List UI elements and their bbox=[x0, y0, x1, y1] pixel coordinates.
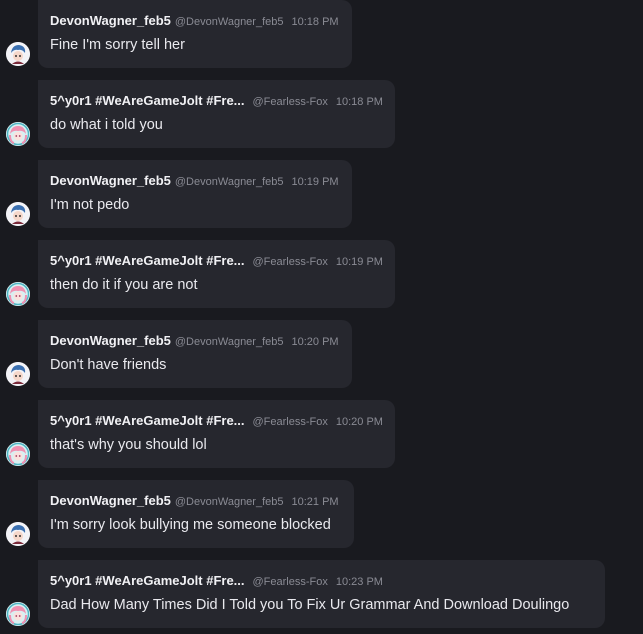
message-header: 5^y0r1 #WeAreGameJolt #Fre... @Fearless-F… bbox=[50, 412, 383, 430]
timestamp: 10:20 PM bbox=[335, 416, 383, 428]
user-handle[interactable]: @Fearless-Fox bbox=[253, 576, 328, 588]
username[interactable]: DevonWagner_feb5 bbox=[50, 333, 171, 348]
message-bubble: DevonWagner_feb5 @DevonWagner_feb5 10:20 P… bbox=[38, 320, 352, 388]
message-header: DevonWagner_feb5 @DevonWagner_feb5 10:18 P… bbox=[50, 12, 340, 30]
chat-message: 5^y0r1 #WeAreGameJolt #Fre... @Fearless-F… bbox=[0, 400, 643, 470]
message-text: Don't have friends bbox=[50, 357, 167, 373]
avatar[interactable] bbox=[6, 122, 30, 146]
user-handle[interactable]: @DevonWagner_feb5 bbox=[175, 16, 284, 28]
message-header: DevonWagner_feb5 @DevonWagner_feb5 10:21 P… bbox=[50, 492, 342, 510]
message-text: Dad How Many Times Did I Told you To Fix… bbox=[50, 597, 570, 613]
anime-avatar-pink-hair-icon bbox=[6, 122, 30, 146]
timestamp: 10:21 PM bbox=[291, 496, 339, 508]
user-handle[interactable]: @Fearless-Fox bbox=[253, 416, 328, 428]
message-bubble: 5^y0r1 #WeAreGameJolt #Fre... @Fearless-F… bbox=[38, 80, 395, 148]
chat-message: DevonWagner_feb5 @DevonWagner_feb5 10:20 P… bbox=[0, 320, 643, 390]
message-bubble: DevonWagner_feb5 @DevonWagner_feb5 10:21 P… bbox=[38, 480, 354, 548]
avatar[interactable] bbox=[6, 362, 30, 386]
message-bubble: 5^y0r1 #WeAreGameJolt #Fre... @Fearless-F… bbox=[38, 560, 605, 628]
message-header: DevonWagner_feb5 @DevonWagner_feb5 10:19 P… bbox=[50, 172, 340, 190]
message-text: I'm not pedo bbox=[50, 197, 130, 213]
message-text: then do it if you are not bbox=[50, 277, 198, 293]
username[interactable]: 5^y0r1 #WeAreGameJolt #Fre... bbox=[50, 573, 245, 588]
user-handle[interactable]: @Fearless-Fox bbox=[253, 96, 328, 108]
username[interactable]: 5^y0r1 #WeAreGameJolt #Fre... bbox=[50, 253, 245, 268]
anime-avatar-blue-hair-icon bbox=[6, 42, 30, 66]
timestamp: 10:18 PM bbox=[335, 96, 383, 108]
anime-avatar-pink-hair-icon bbox=[6, 442, 30, 466]
message-text: do what i told you bbox=[50, 117, 163, 133]
user-handle[interactable]: @DevonWagner_feb5 bbox=[175, 336, 284, 348]
chat-message: DevonWagner_feb5 @DevonWagner_feb5 10:18 P… bbox=[0, 0, 643, 70]
message-bubble: 5^y0r1 #WeAreGameJolt #Fre... @Fearless-F… bbox=[38, 400, 395, 468]
timestamp: 10:18 PM bbox=[291, 16, 339, 28]
message-header: 5^y0r1 #WeAreGameJolt #Fre... @Fearless-F… bbox=[50, 252, 383, 270]
user-handle[interactable]: @DevonWagner_feb5 bbox=[175, 176, 284, 188]
avatar[interactable] bbox=[6, 42, 30, 66]
message-text: Fine I'm sorry tell her bbox=[50, 37, 185, 53]
username[interactable]: DevonWagner_feb5 bbox=[50, 493, 171, 508]
message-header: 5^y0r1 #WeAreGameJolt #Fre... @Fearless-F… bbox=[50, 572, 593, 590]
avatar[interactable] bbox=[6, 442, 30, 466]
message-bubble: DevonWagner_feb5 @DevonWagner_feb5 10:19 P… bbox=[38, 160, 352, 228]
chat-message: DevonWagner_feb5 @DevonWagner_feb5 10:19 P… bbox=[0, 160, 643, 230]
anime-avatar-blue-hair-icon bbox=[6, 362, 30, 386]
message-text: I'm sorry look bullying me someone block… bbox=[50, 517, 331, 533]
timestamp: 10:19 PM bbox=[335, 256, 383, 268]
timestamp: 10:19 PM bbox=[291, 176, 339, 188]
user-handle[interactable]: @Fearless-Fox bbox=[253, 256, 328, 268]
avatar[interactable] bbox=[6, 282, 30, 306]
message-bubble: DevonWagner_feb5 @DevonWagner_feb5 10:18 P… bbox=[38, 0, 352, 68]
message-header: 5^y0r1 #WeAreGameJolt #Fre... @Fearless-F… bbox=[50, 92, 383, 110]
anime-avatar-blue-hair-icon bbox=[6, 522, 30, 546]
chat-message: 5^y0r1 #WeAreGameJolt #Fre... @Fearless-F… bbox=[0, 80, 643, 150]
avatar[interactable] bbox=[6, 202, 30, 226]
anime-avatar-pink-hair-icon bbox=[6, 602, 30, 626]
username[interactable]: DevonWagner_feb5 bbox=[50, 173, 171, 188]
timestamp: 10:20 PM bbox=[291, 336, 339, 348]
message-bubble: 5^y0r1 #WeAreGameJolt #Fre... @Fearless-F… bbox=[38, 240, 395, 308]
message-text: that's why you should lol bbox=[50, 437, 207, 453]
chat-message: 5^y0r1 #WeAreGameJolt #Fre... @Fearless-F… bbox=[0, 240, 643, 310]
avatar[interactable] bbox=[6, 522, 30, 546]
chat-message: DevonWagner_feb5 @DevonWagner_feb5 10:21 P… bbox=[0, 480, 643, 550]
anime-avatar-pink-hair-icon bbox=[6, 282, 30, 306]
anime-avatar-blue-hair-icon bbox=[6, 202, 30, 226]
username[interactable]: 5^y0r1 #WeAreGameJolt #Fre... bbox=[50, 93, 245, 108]
username[interactable]: 5^y0r1 #WeAreGameJolt #Fre... bbox=[50, 413, 245, 428]
timestamp: 10:23 PM bbox=[335, 576, 383, 588]
chat-message: 5^y0r1 #WeAreGameJolt #Fre... @Fearless-F… bbox=[0, 560, 643, 630]
message-header: DevonWagner_feb5 @DevonWagner_feb5 10:20 P… bbox=[50, 332, 340, 350]
user-handle[interactable]: @DevonWagner_feb5 bbox=[175, 496, 284, 508]
avatar[interactable] bbox=[6, 602, 30, 626]
username[interactable]: DevonWagner_feb5 bbox=[50, 13, 171, 28]
